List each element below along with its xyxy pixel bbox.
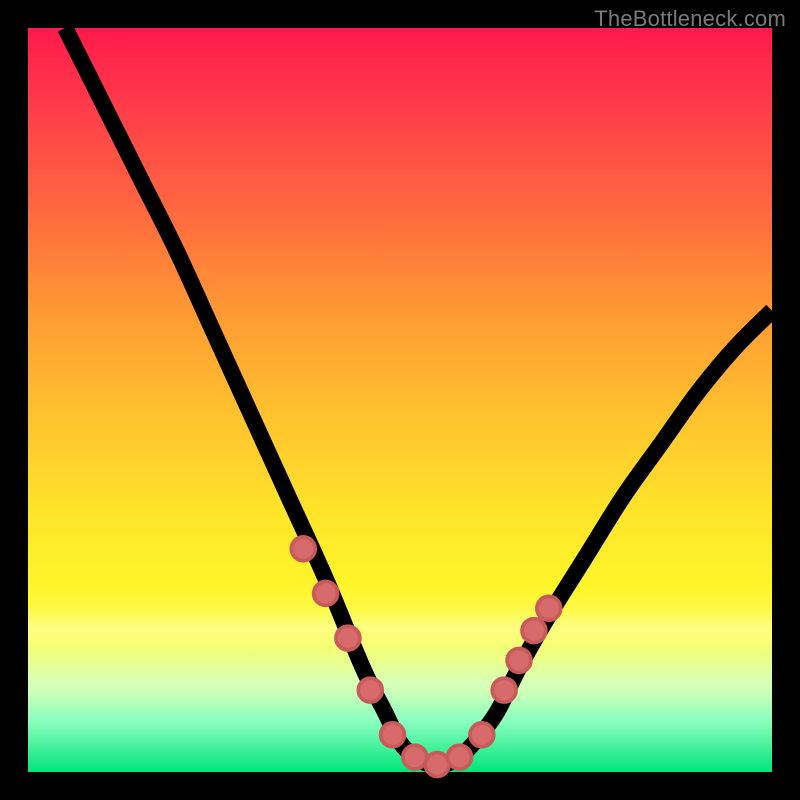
highlight-dot (537, 596, 561, 620)
highlight-dot (522, 619, 546, 643)
bottleneck-curve (65, 28, 772, 765)
highlight-dot (403, 745, 427, 769)
highlight-dot (336, 626, 360, 650)
highlight-dot (291, 537, 315, 561)
highlight-dot (425, 753, 449, 777)
highlight-dot (470, 723, 494, 747)
highlight-dot (492, 678, 516, 702)
chart-svg (28, 28, 772, 772)
highlight-dot (507, 648, 531, 672)
highlight-dot (358, 678, 382, 702)
highlight-dot (448, 745, 472, 769)
watermark-text: TheBottleneck.com (594, 6, 786, 32)
highlight-dot (314, 582, 338, 606)
highlight-dot (381, 723, 405, 747)
